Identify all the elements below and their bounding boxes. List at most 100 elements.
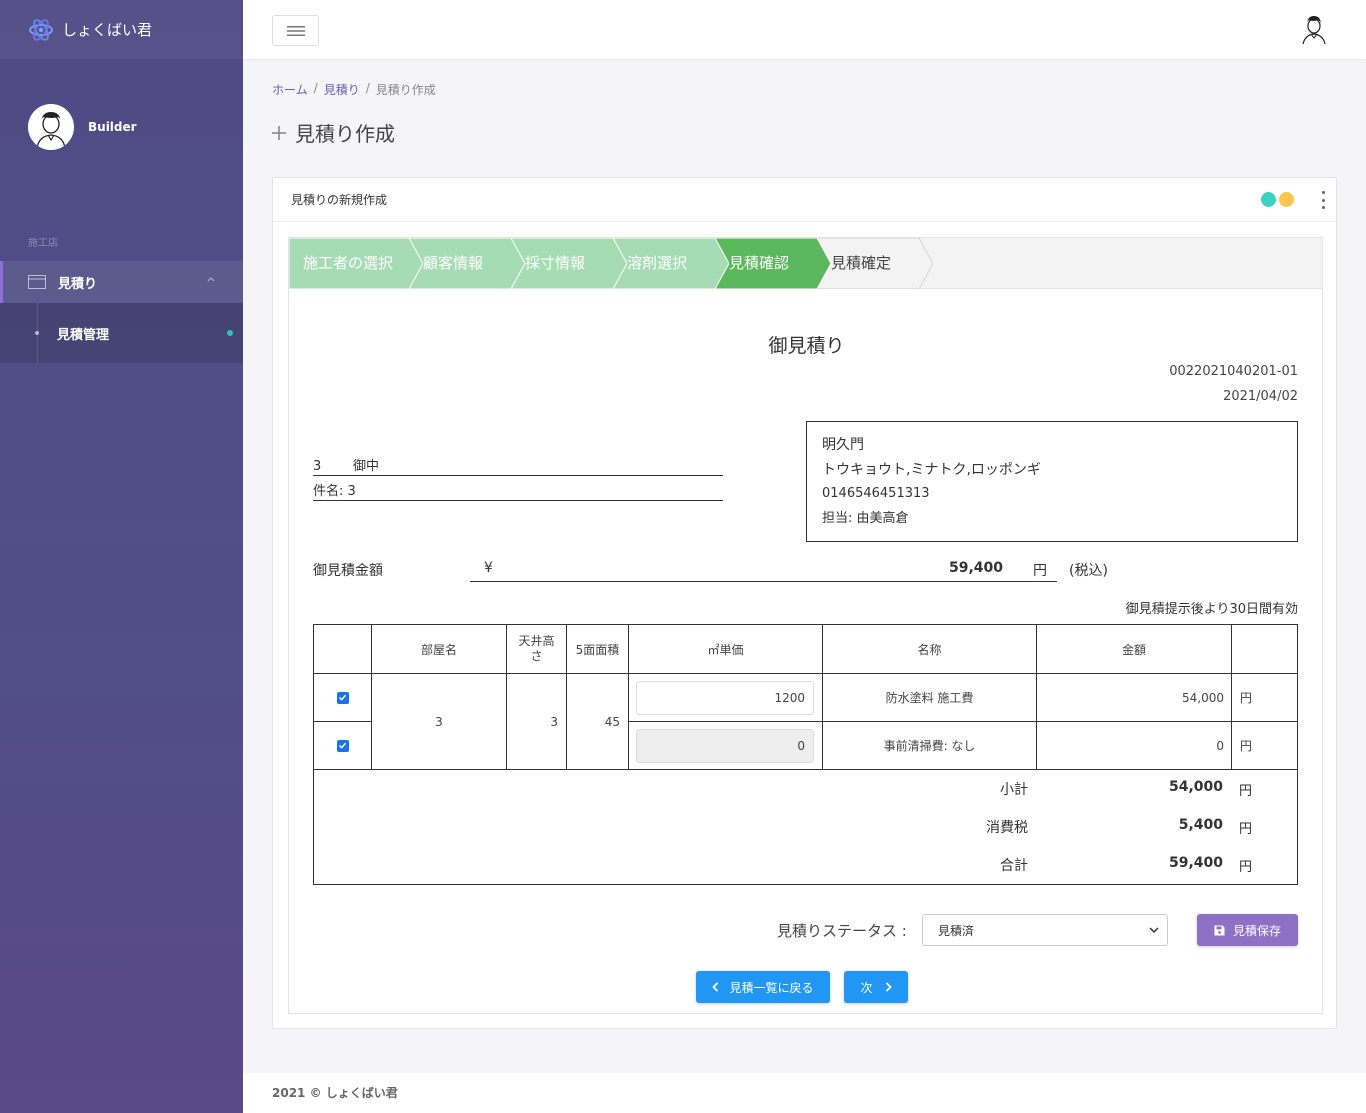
sidebar: しょくばい君 Builder 施工店 見積り 見積管理 <box>0 0 243 1113</box>
back-to-list-button[interactable]: 見積一覧に戻る <box>696 971 830 1003</box>
subtotal-unit: 円 <box>1239 784 1253 799</box>
sidebar-subitem-label: 見積管理 <box>57 328 110 343</box>
ceiling-height-cell: 3 <box>507 674 567 770</box>
chevron-up-icon <box>207 277 215 282</box>
company-contact: 担当: 由美高倉 <box>822 510 909 526</box>
validity-note: 御見積提示後より30日間有効 <box>1125 602 1298 617</box>
company-phone: 0146546451313 <box>822 486 930 501</box>
sidebar-item-label: 見積り <box>58 276 98 292</box>
amount-line: ¥ 59,400 円 <box>470 558 1057 582</box>
user-avatar-icon[interactable] <box>1300 13 1328 45</box>
chevron-down-icon <box>1149 927 1159 934</box>
wizard-step[interactable]: 見積確認 <box>715 238 831 289</box>
row-checkbox[interactable] <box>336 739 349 752</box>
brand[interactable]: しょくばい君 <box>0 0 243 59</box>
item-unit-cell: 円 <box>1232 722 1297 770</box>
check-icon <box>338 694 347 701</box>
tax-unit: 円 <box>1239 822 1253 837</box>
breadcrumb-home[interactable]: ホーム <box>272 81 308 98</box>
item-unit-cell: 円 <box>1232 674 1297 722</box>
total-label: 合計 <box>1000 858 1028 874</box>
brand-name: しょくばい君 <box>62 21 153 39</box>
row-checkbox[interactable] <box>336 691 349 704</box>
item-name-cell: 防水塗料 施工費 <box>823 674 1037 722</box>
subtotal-value: 54,000 <box>1168 779 1223 795</box>
hamburger-icon <box>286 25 305 36</box>
status-dot-icon <box>1261 192 1276 207</box>
subject-line: 件名: 3 <box>313 480 723 501</box>
sidebar-profile[interactable]: Builder <box>28 104 137 150</box>
card-title: 見積りの新規作成 <box>291 193 388 207</box>
wizard-step[interactable]: 施工者の選択 <box>289 238 423 289</box>
wizard-step[interactable]: 顧客情報 <box>409 238 525 289</box>
tax-note: (税込) <box>1069 563 1108 579</box>
nav-section-label: 施工店 <box>28 238 58 249</box>
status-dot-icon <box>1279 192 1294 207</box>
item-amount-cell: 54,000 <box>1037 674 1232 722</box>
more-vertical-icon[interactable] <box>1320 191 1326 209</box>
item-amount-cell: 0 <box>1037 722 1232 770</box>
avatar <box>28 104 74 150</box>
floppy-disk-icon <box>1214 925 1225 935</box>
area-cell: 45 <box>567 674 629 770</box>
next-label: 次 <box>860 980 873 995</box>
page-title-text: 見積り作成 <box>295 122 395 146</box>
sidebar-subitem-estimate-management[interactable]: 見積管理 <box>0 303 243 363</box>
wizard-step[interactable]: 溶剤選択 <box>613 238 729 289</box>
tax-label: 消費税 <box>986 820 1028 836</box>
wizard-step[interactable]: 採寸情報 <box>511 238 627 289</box>
save-estimate-button[interactable]: 見積保存 <box>1197 914 1298 946</box>
breadcrumb-estimates[interactable]: 見積り <box>324 81 360 98</box>
unit-price-input-disabled: 0 <box>636 729 814 763</box>
user-avatar-icon <box>28 104 74 150</box>
recipient-name: 3 <box>313 459 322 474</box>
estimate-wizard: 施工者の選択 顧客情報 採寸情報 溶剤選択 見積確認 見積確定 御見積り 00220210… <box>288 237 1323 1014</box>
card-header: 見積りの新規作成 <box>273 178 1336 222</box>
currency-symbol: ¥ <box>484 560 493 576</box>
status-selected-value: 見積済 <box>938 923 975 938</box>
unit-price-input[interactable]: 1200 <box>636 681 814 715</box>
table-header-cell: 金額 <box>1037 625 1232 674</box>
total-value: 59,400 <box>1168 855 1223 871</box>
submenu-bullet-icon <box>35 331 39 335</box>
amount-label: 御見積金額 <box>313 563 383 579</box>
profile-name: Builder <box>88 120 137 134</box>
company-address: トウキョウト,ミナトク,ロッポンギ <box>822 461 1041 478</box>
table-header-cell: 部屋名 <box>372 625 507 674</box>
atom-logo-icon <box>29 18 53 41</box>
status-select[interactable]: 見積済 <box>922 914 1168 946</box>
breadcrumb-separator: / <box>313 81 318 95</box>
footer: 2021 © しょくばい君 <box>243 1073 1366 1113</box>
wizard-steps: 施工者の選択 顧客情報 採寸情報 溶剤選択 見積確認 見積確定 <box>289 238 1322 289</box>
item-name-cell: 事前清掃費: なし <box>823 722 1037 770</box>
amount-value: 59,400 <box>948 560 1003 576</box>
company-name: 明久門 <box>822 437 864 453</box>
estimate-table: 部屋名 天井高さ 5面面積 ㎡単価 名称 金額 3 3 45 1200 0 防水… <box>313 624 1298 885</box>
page-title: 見積り作成 <box>271 118 395 147</box>
table-cell: 0 <box>629 722 823 770</box>
topbar <box>243 0 1366 59</box>
company-info-box: 明久門 トウキョウト,ミナトク,ロッポンギ 0146546451313 担当: … <box>806 421 1298 542</box>
chevron-right-icon <box>885 982 892 992</box>
table-cell <box>314 674 372 722</box>
plus-icon <box>272 125 286 140</box>
next-button[interactable]: 次 <box>844 971 908 1003</box>
wizard-step[interactable]: 見積確定 <box>817 238 933 289</box>
tax-value: 5,400 <box>1178 817 1223 833</box>
menu-toggle-button[interactable] <box>272 15 319 46</box>
back-to-list-label: 見積一覧に戻る <box>729 980 814 995</box>
breadcrumb: ホーム / 見積り / 見積り作成 <box>272 81 436 98</box>
table-header-cell: ㎡単価 <box>629 625 823 674</box>
chevron-left-icon <box>712 982 719 992</box>
estimate-number: 0022021040201-01 <box>1169 364 1298 379</box>
breadcrumb-current: 見積り作成 <box>375 83 436 97</box>
breadcrumb-separator: / <box>365 81 370 95</box>
estimate-title: 御見積り <box>768 335 845 357</box>
sidebar-item-estimates[interactable]: 見積り <box>0 261 243 303</box>
subtotal-label: 小計 <box>1000 782 1028 798</box>
active-indicator-icon <box>227 330 233 336</box>
table-header-cell: 名称 <box>823 625 1037 674</box>
check-icon <box>338 742 347 749</box>
table-header-cell: 天井高さ <box>507 625 567 674</box>
estimate-date: 2021/04/02 <box>1223 389 1298 404</box>
